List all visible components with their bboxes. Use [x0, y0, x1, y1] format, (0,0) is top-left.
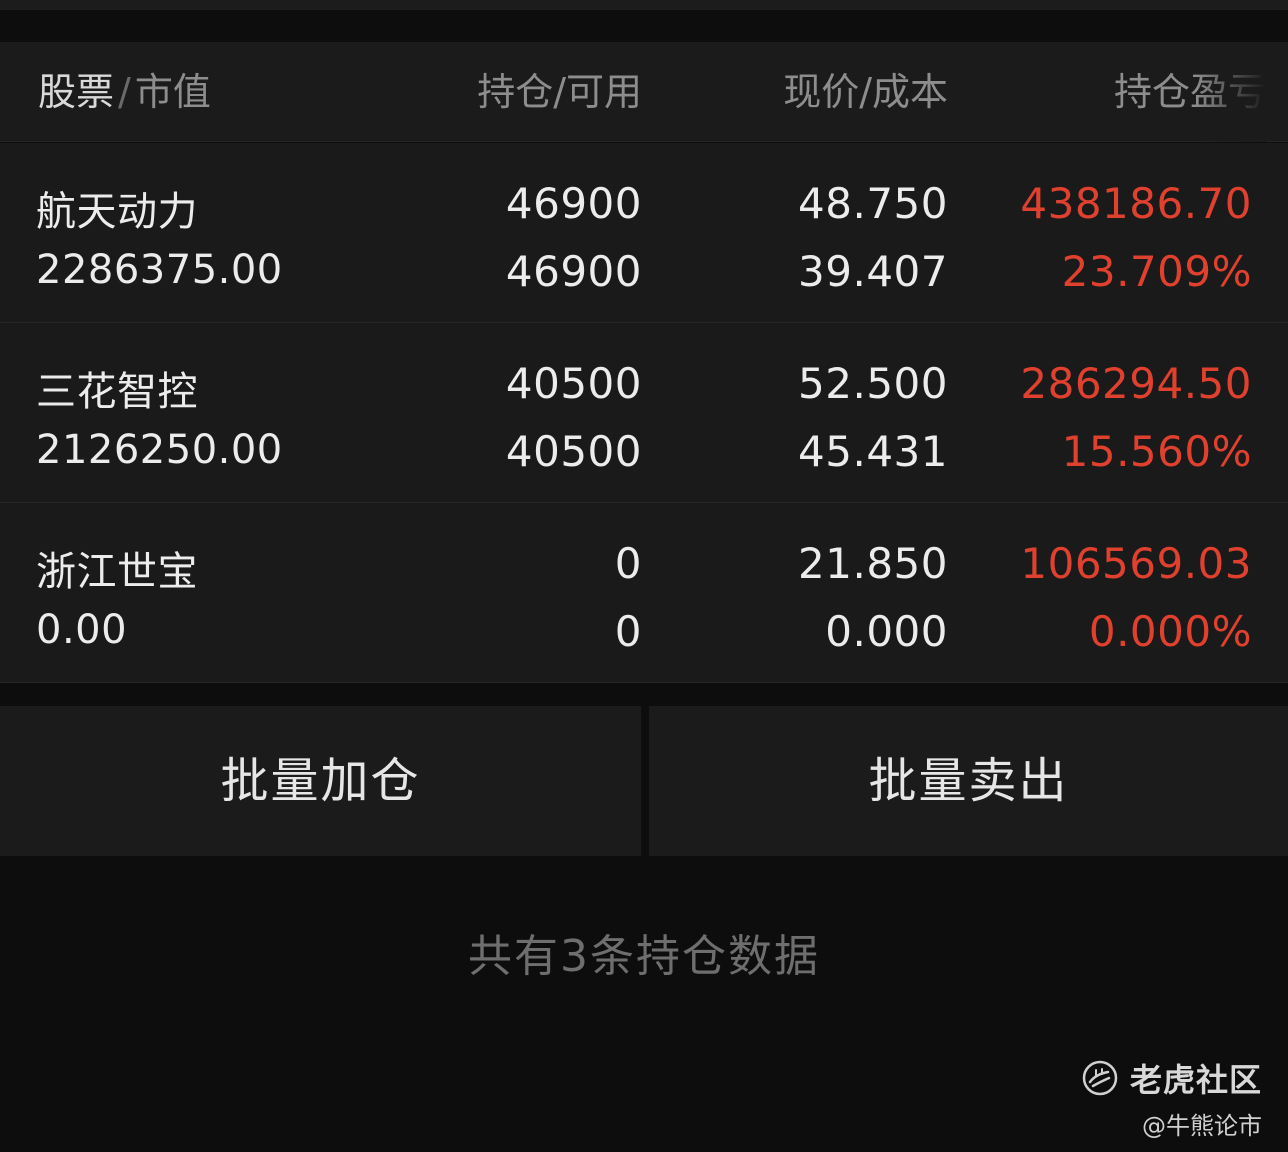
batch-sell-button[interactable]: 批量卖出: [649, 706, 1288, 856]
positions-table-header: 股票 / 市值 持仓/可用 现价/成本 持仓盈亏: [0, 42, 1288, 142]
batch-actions: 批量加仓 批量卖出: [0, 706, 1288, 856]
header-price-cost: 现价/成本: [783, 70, 948, 114]
stock-name: 浙江世宝: [36, 549, 198, 595]
pnl-amount: 106569.03: [1020, 539, 1252, 588]
stock-name: 航天动力: [36, 189, 198, 235]
pnl-amount: 438186.70: [1020, 179, 1252, 228]
pnl-percent: 15.560%: [1061, 427, 1252, 476]
available-qty: 40500: [505, 427, 642, 476]
batch-add-button[interactable]: 批量加仓: [0, 706, 641, 856]
top-gap: [0, 10, 1288, 42]
available-qty: 0: [614, 607, 642, 656]
stock-name: 三花智控: [36, 369, 198, 415]
holding-qty: 40500: [505, 359, 642, 408]
top-bar: [0, 0, 1288, 10]
current-price: 48.750: [798, 179, 948, 228]
pnl-percent: 23.709%: [1061, 247, 1252, 296]
pnl-percent: 0.000%: [1088, 607, 1252, 656]
header-stock-market-value: 股票 / 市值: [38, 70, 211, 114]
watermark-brand: 老虎社区: [1129, 1061, 1262, 1099]
market-value: 2286375.00: [36, 247, 283, 293]
cost-price: 0.000: [825, 607, 948, 656]
holding-qty: 46900: [505, 179, 642, 228]
pnl-amount: 286294.50: [1020, 359, 1252, 408]
positions-list: 航天动力 2286375.00 46900 46900 48.750 39.40…: [0, 143, 1288, 683]
available-qty: 46900: [505, 247, 642, 296]
header-holding-available: 持仓/可用: [477, 70, 642, 114]
market-value: 0.00: [36, 607, 128, 653]
cost-price: 45.431: [798, 427, 948, 476]
current-price: 21.850: [798, 539, 948, 588]
header-pnl: 持仓盈亏: [1066, 42, 1266, 142]
position-row[interactable]: 三花智控 2126250.00 40500 40500 52.500 45.43…: [0, 323, 1288, 503]
position-row[interactable]: 浙江世宝 0.00 0 0 21.850 0.000 106569.03 0.0…: [0, 503, 1288, 683]
positions-count-text: 共有3条持仓数据: [468, 931, 820, 982]
cost-price: 39.407: [798, 247, 948, 296]
holding-qty: 0: [614, 539, 642, 588]
market-value: 2126250.00: [36, 427, 283, 473]
watermark: 老虎社区: [1082, 1056, 1262, 1100]
position-row[interactable]: 航天动力 2286375.00 46900 46900 48.750 39.40…: [0, 143, 1288, 323]
current-price: 52.500: [798, 359, 948, 408]
watermark-author: @牛熊论市: [1142, 1112, 1262, 1140]
tiger-logo-icon: [1082, 1060, 1118, 1096]
